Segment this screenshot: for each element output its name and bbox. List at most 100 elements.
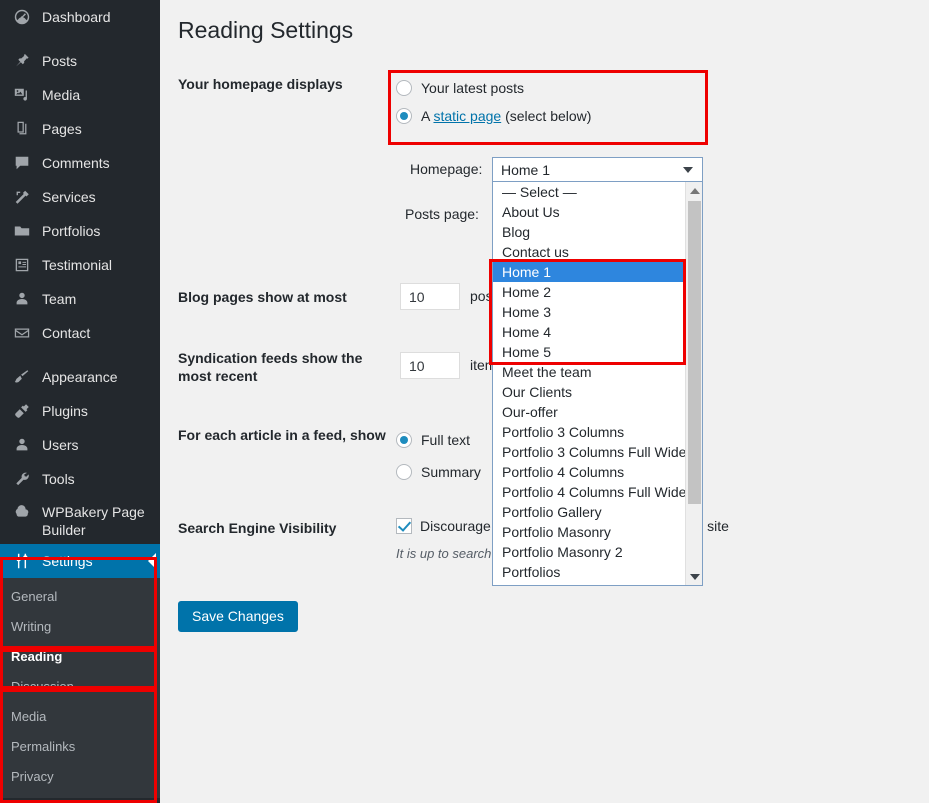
radio-static-page-label: A static page (select below) (421, 108, 591, 124)
sidebar-item-label: Testimonial (42, 257, 113, 273)
sidebar-item-label: Team (42, 291, 77, 307)
dropdown-option[interactable]: Home 4 (493, 322, 702, 342)
radio-summary-input[interactable] (396, 464, 412, 480)
radio-static-page-input[interactable] (396, 108, 412, 124)
dropdown-scrollbar[interactable] (685, 182, 702, 585)
media-icon (11, 85, 33, 105)
homepage-displays-options: Your latest posts A static page (select … (396, 74, 696, 130)
dropdown-options[interactable]: — Select — About Us Blog Contact us Home 1 Ho… (493, 182, 702, 582)
dropdown-option[interactable]: Home 5 (493, 342, 702, 362)
static-suffix: (select below) (501, 108, 592, 124)
sidebar-item-settings[interactable]: Settings (0, 544, 160, 578)
dropdown-option[interactable]: About Us (493, 202, 702, 222)
radio-full-text-input[interactable] (396, 432, 412, 448)
dropdown-option[interactable]: Portfolio Gallery (493, 502, 702, 522)
homepage-displays-label-wrap: Your homepage displays (178, 75, 343, 93)
sidebar-item-portfolios[interactable]: Portfolios (0, 214, 160, 248)
sidebar-item-label: WPBakery Page Builder (42, 504, 145, 538)
sidebar-subitem-reading[interactable]: Reading (0, 642, 160, 672)
sidebar-item-dashboard[interactable]: Dashboard (0, 0, 160, 34)
homepage-select[interactable]: Home 1 (492, 157, 703, 182)
sidebar-item-label: Settings (42, 553, 93, 569)
sidebar-item-label: Plugins (42, 403, 88, 419)
sidebar-subitem-discussion[interactable]: Discussion (0, 672, 160, 702)
dropdown-option[interactable]: Portfolio Masonry 2 (493, 542, 702, 562)
chevron-left-icon (148, 553, 156, 569)
posts-page-select-label-wrap: Posts page: (405, 206, 490, 222)
settings-icon (11, 551, 33, 571)
dropdown-option[interactable]: Contact us (493, 242, 702, 262)
dropdown-option[interactable]: — Select — (493, 182, 702, 202)
radio-summary-label: Summary (421, 464, 481, 480)
scroll-down-arrow-icon[interactable] (686, 568, 702, 585)
sidebar-item-plugins[interactable]: Plugins (0, 394, 160, 428)
radio-full-text-label: Full text (421, 432, 471, 448)
main-content: Reading Settings Your homepage displays … (160, 0, 929, 803)
wpbakery-icon (11, 503, 33, 523)
sidebar-item-comments[interactable]: Comments (0, 146, 160, 180)
dropdown-option[interactable]: Portfolio 4 Columns Full Wide (493, 482, 702, 502)
sidebar-item-label: Comments (42, 155, 110, 171)
sidebar-item-tools[interactable]: Tools (0, 462, 160, 496)
dropdown-option[interactable]: Portfolio 3 Columns (493, 422, 702, 442)
sidebar-subitem-general[interactable]: General (0, 582, 160, 612)
dropdown-option[interactable]: Meet the team (493, 362, 702, 382)
search-visibility-label: Search Engine Visibility (178, 520, 337, 536)
feed-article-label: For each article in a feed, show (178, 427, 386, 443)
sidebar-item-services[interactable]: Services (0, 180, 160, 214)
radio-static-page[interactable]: A static page (select below) (396, 102, 696, 130)
sidebar-item-label: Users (42, 437, 79, 453)
scrollbar-thumb[interactable] (688, 201, 701, 504)
feed-article-label-wrap: For each article in a feed, show (178, 426, 393, 444)
hammer-icon (11, 187, 33, 207)
homepage-select-value: Home 1 (501, 161, 551, 178)
dropdown-option[interactable]: Portfolio 4 Columns (493, 462, 702, 482)
homepage-dropdown-list[interactable]: — Select — About Us Blog Contact us Home 1 Ho… (492, 182, 703, 586)
sidebar-item-label: Tools (42, 471, 75, 487)
sidebar-item-contact[interactable]: Contact (0, 316, 160, 350)
sidebar-subitem-media[interactable]: Media (0, 702, 160, 732)
sidebar-item-wpbakery-page-builder[interactable]: WPBakery Page Builder (0, 496, 160, 544)
sidebar-item-label: Posts (42, 53, 78, 69)
chevron-down-icon (683, 166, 693, 173)
save-changes-button[interactable]: Save Changes (178, 601, 298, 632)
blog-pages-label-wrap: Blog pages show at most (178, 288, 347, 306)
dropdown-option[interactable]: Portfolio Masonry (493, 522, 702, 542)
syndication-input[interactable]: 10 (400, 352, 460, 379)
blog-pages-value: 10 (409, 288, 425, 305)
radio-latest-posts[interactable]: Your latest posts (396, 74, 696, 102)
dashboard-icon (11, 7, 33, 27)
sidebar-item-team[interactable]: Team (0, 282, 160, 316)
folder-icon (11, 221, 33, 241)
dropdown-option[interactable]: Home 3 (493, 302, 702, 322)
blog-pages-input[interactable]: 10 (400, 283, 460, 310)
sidebar-item-testimonial[interactable]: Testimonial (0, 248, 160, 282)
scroll-up-arrow-icon[interactable] (686, 182, 702, 199)
sidebar-item-label: Services (42, 189, 96, 205)
search-visibility-label-wrap: Search Engine Visibility (178, 519, 336, 537)
sidebar-item-media[interactable]: Media (0, 78, 160, 112)
sidebar-subitem-permalinks[interactable]: Permalinks (0, 732, 160, 762)
sidebar-item-label: Pages (42, 121, 82, 137)
dropdown-option[interactable]: Portfolios (493, 562, 702, 582)
discourage-checkbox[interactable] (396, 518, 412, 534)
dropdown-option[interactable]: Home 2 (493, 282, 702, 302)
sidebar-item-pages[interactable]: Pages (0, 112, 160, 146)
sidebar-item-appearance[interactable]: Appearance (0, 360, 160, 394)
syndication-label-wrap: Syndication feeds show the most recent (178, 349, 393, 385)
pages-icon (11, 119, 33, 139)
dropdown-option[interactable]: Blog (493, 222, 702, 242)
sidebar-subitem-writing[interactable]: Writing (0, 612, 160, 642)
static-page-link[interactable]: static page (433, 108, 501, 124)
homepage-displays-label: Your homepage displays (178, 76, 343, 92)
sidebar-item-users[interactable]: Users (0, 428, 160, 462)
plug-icon (11, 401, 33, 421)
dropdown-option[interactable]: Our-offer (493, 402, 702, 422)
dropdown-option[interactable]: Our Clients (493, 382, 702, 402)
radio-latest-posts-input[interactable] (396, 80, 412, 96)
dropdown-option[interactable]: Home 1 (493, 262, 702, 282)
sidebar-item-posts[interactable]: Posts (0, 44, 160, 78)
dropdown-option[interactable]: Portfolio 3 Columns Full Wide (493, 442, 702, 462)
homepage-select-label-wrap: Homepage: (410, 161, 490, 177)
sidebar-subitem-privacy[interactable]: Privacy (0, 762, 160, 792)
